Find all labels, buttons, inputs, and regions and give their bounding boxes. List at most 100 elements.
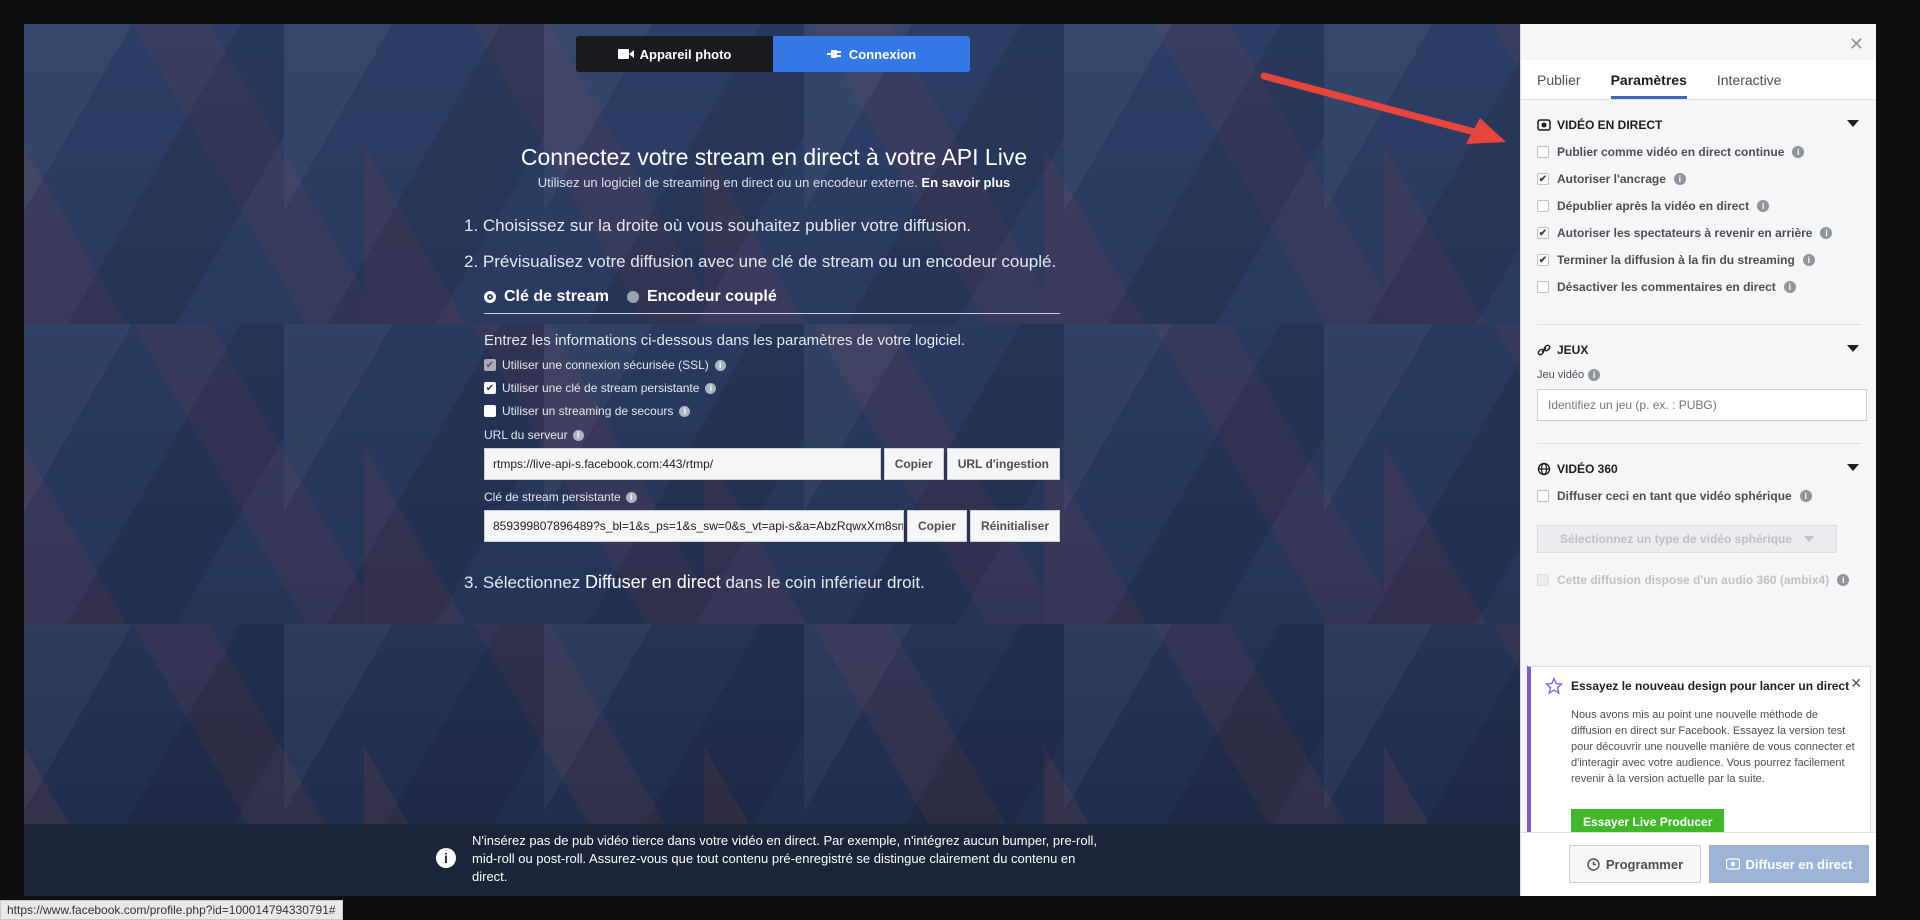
continuous-live-option[interactable]: Publier comme vidéo en direct continue i [1537, 145, 1861, 159]
video-camera-icon [617, 49, 634, 59]
info-icon[interactable]: i [1588, 369, 1601, 381]
games-header[interactable]: JEUX [1537, 325, 1861, 357]
stream-key-radio-label: Clé de stream [504, 288, 609, 305]
info-icon[interactable]: i [1783, 281, 1796, 293]
backup-stream-option-label: Utiliser un streaming de secours [502, 404, 674, 418]
learn-more-link[interactable]: En savoir plus [921, 175, 1010, 190]
close-icon[interactable]: ✕ [1850, 675, 1862, 692]
unpublish-after-option[interactable]: Dépublier après la vidéo en direct i [1537, 199, 1861, 213]
go-live-button-label: Diffuser en direct [1745, 856, 1853, 872]
stream-key-label: Clé de stream persistante i [484, 490, 1084, 504]
option-label: Terminer la diffusion à la fin du stream… [1557, 253, 1795, 267]
chevron-down-icon[interactable] [1847, 120, 1859, 127]
server-url-input[interactable]: rtmps://live-api-s.facebook.com:443/rtmp… [484, 448, 881, 480]
stream-key-label-text: Clé de stream persistante [484, 490, 621, 504]
server-url-row: rtmps://live-api-s.facebook.com:443/rtmp… [484, 448, 1060, 480]
panel-footer: Programmer Diffuser en direct [1521, 832, 1876, 896]
source-switch: Appareil photo Connexion [576, 36, 970, 72]
paired-encoder-radio[interactable]: Encodeur couplé [626, 288, 777, 306]
live-producer-promo: Essayez le nouveau design pour lancer un… [1527, 666, 1871, 852]
video360-header[interactable]: VIDÉO 360 [1537, 444, 1861, 476]
connect-subtitle-text: Utilisez un logiciel de streaming en dir… [537, 175, 918, 190]
allow-embedding-option[interactable]: ✔ Autoriser l'ancrage i [1537, 172, 1861, 186]
disable-comments-option[interactable]: Désactiver les commentaires en direct i [1537, 280, 1861, 294]
copy-stream-key-button[interactable]: Copier [906, 510, 967, 542]
link-icon [1537, 344, 1551, 356]
live-setup-stage: Appareil photo Connexion Connectez votre… [24, 24, 1520, 896]
info-icon[interactable]: i [1799, 490, 1812, 502]
game-search-input[interactable] [1537, 389, 1867, 421]
audio360-option[interactable]: Cette diffusion dispose d'un audio 360 (… [1537, 573, 1861, 587]
panel-tabs: Publier Paramètres Interactive [1521, 60, 1876, 100]
live-video-header[interactable]: VIDÉO EN DIRECT [1537, 100, 1861, 132]
server-url-label-text: URL du serveur [484, 428, 568, 442]
step-3: 3. Sélectionnez Diffuser en direct dans … [464, 564, 1084, 601]
video360-title: VIDÉO 360 [1557, 462, 1618, 476]
spherical-video-option[interactable]: Diffuser ceci en tant que vidéo sphériqu… [1537, 489, 1861, 503]
panel-body: VIDÉO EN DIRECT Publier comme vidéo en d… [1521, 100, 1876, 896]
option-label: Autoriser l'ancrage [1557, 172, 1666, 186]
info-icon[interactable]: i [705, 382, 717, 394]
end-on-stream-end-option[interactable]: ✔ Terminer la diffusion à la fin du stre… [1537, 253, 1861, 267]
checkbox-checked: ✔ [1537, 227, 1549, 239]
info-icon[interactable]: i [1837, 574, 1850, 586]
schedule-button[interactable]: Programmer [1569, 845, 1701, 883]
checkbox-unchecked [1537, 490, 1549, 502]
connect-source-button[interactable]: Connexion [773, 36, 970, 72]
tab-settings[interactable]: Paramètres [1610, 60, 1687, 99]
checkbox-checked-disabled: ✔ [484, 359, 496, 371]
chevron-down-icon [1804, 536, 1815, 542]
enter-info-text: Entrez les informations ci-dessous dans … [484, 332, 966, 349]
close-icon[interactable]: ✕ [1849, 34, 1864, 55]
steps-list: 1. Choisissez sur la droite où vous souh… [464, 208, 1084, 280]
stream-key-radio[interactable]: Clé de stream [484, 288, 609, 306]
info-icon[interactable]: i [625, 491, 637, 503]
live-video-section: VIDÉO EN DIRECT Publier comme vidéo en d… [1537, 100, 1861, 325]
tab-publish[interactable]: Publier [1537, 60, 1581, 99]
ssl-option[interactable]: ✔ Utiliser une connexion sécurisée (SSL)… [484, 358, 1084, 372]
reset-stream-key-button[interactable]: Réinitialiser [969, 510, 1060, 542]
connect-source-label: Connexion [848, 46, 917, 62]
tab-interactive[interactable]: Interactive [1717, 60, 1782, 99]
info-icon[interactable]: i [1802, 254, 1815, 266]
info-icon[interactable]: i [1757, 200, 1770, 212]
connect-instructions: Connectez votre stream en direct à votre… [464, 144, 1084, 601]
step-1: 1. Choisissez sur la droite où vous souh… [464, 216, 972, 235]
schedule-button-label: Programmer [1605, 856, 1684, 872]
game-field-label-text: Jeu vidéo [1537, 369, 1585, 381]
info-icon[interactable]: i [572, 429, 584, 441]
persistent-key-option[interactable]: ✔ Utiliser une clé de stream persistante… [484, 381, 1084, 395]
info-icon[interactable]: i [714, 359, 726, 371]
stream-key-input[interactable]: 859399807896489?s_bl=1&s_ps=1&s_sw=0&s_v… [484, 510, 904, 542]
checkbox-checked: ✔ [1537, 173, 1549, 185]
checkbox-checked: ✔ [1537, 254, 1549, 266]
star-icon [1545, 677, 1563, 695]
backup-stream-option[interactable]: Utiliser un streaming de secours i [484, 404, 1084, 418]
info-icon[interactable]: i [1673, 173, 1686, 185]
step-2: 2. Prévisualisez votre diffusion avec un… [464, 252, 1057, 271]
spherical-type-select[interactable]: Sélectionnez un type de vidéo sphérique [1537, 525, 1837, 553]
clock-icon [1587, 857, 1600, 871]
live-video-icon [1725, 858, 1740, 870]
plug-icon [826, 50, 841, 58]
copy-server-url-button[interactable]: Copier [883, 448, 944, 480]
option-label: Désactiver les commentaires en direct [1557, 280, 1776, 294]
step-3-prefix: 3. Sélectionnez [464, 573, 581, 592]
stream-mode-selector: Clé de stream Encodeur couplé [484, 288, 1060, 314]
chevron-down-icon[interactable] [1847, 345, 1859, 352]
option-label: Cette diffusion dispose d'un audio 360 (… [1557, 573, 1830, 587]
info-icon[interactable]: i [1820, 227, 1833, 239]
option-label: Diffuser ceci en tant que vidéo sphériqu… [1557, 489, 1792, 503]
allow-rewind-option[interactable]: ✔ Autoriser les spectateurs à revenir en… [1537, 226, 1861, 240]
checkbox-unchecked [1537, 281, 1549, 293]
chevron-down-icon[interactable] [1847, 464, 1859, 471]
ad-notice-text: N'insérez pas de pub vidéo tierce dans v… [472, 833, 1097, 884]
go-live-button[interactable]: Diffuser en direct [1709, 845, 1869, 883]
ingest-url-button[interactable]: URL d'ingestion [946, 448, 1060, 480]
games-section: JEUX Jeu vidéo i [1537, 325, 1867, 444]
info-icon[interactable]: i [679, 405, 691, 417]
info-icon[interactable]: i [1792, 146, 1805, 158]
video360-section: VIDÉO 360 Diffuser ceci en tant que vidé… [1537, 444, 1861, 513]
step-3-suffix: dans le coin inférieur droit. [725, 573, 925, 592]
camera-source-button[interactable]: Appareil photo [576, 36, 773, 72]
